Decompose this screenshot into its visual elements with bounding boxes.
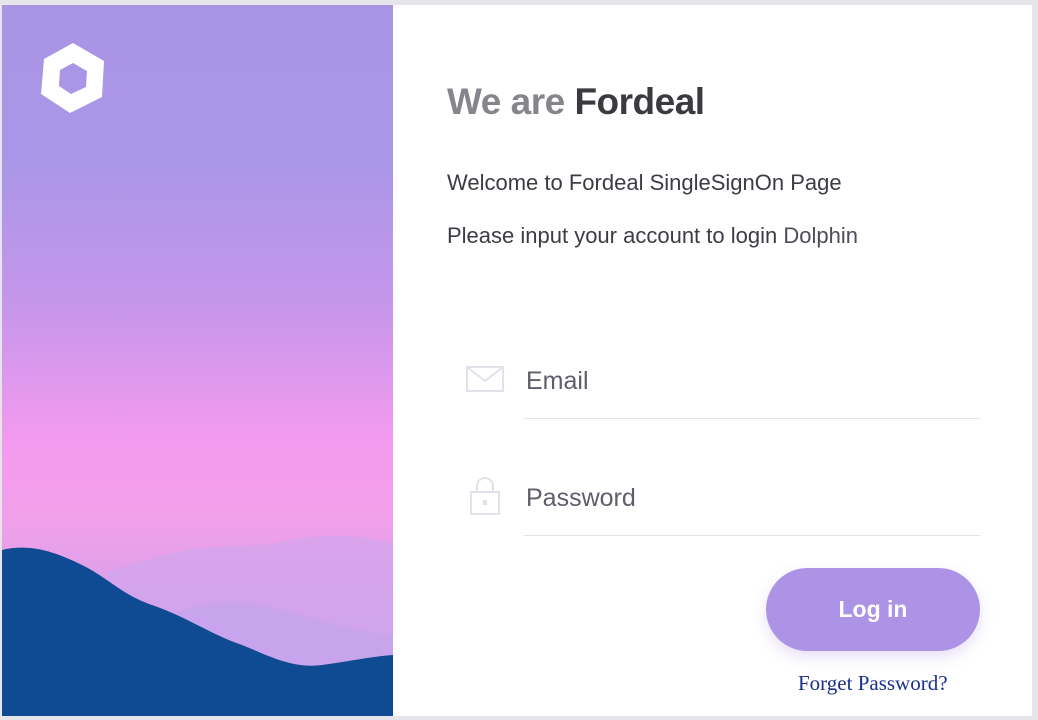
login-window: We are Fordeal Welcome to Fordeal Single…: [2, 5, 1032, 716]
hero-panel: [2, 5, 393, 716]
envelope-icon: [466, 366, 504, 392]
app-name: Dolphin: [783, 223, 858, 248]
lock-icon: [470, 477, 500, 515]
login-instruction: Please input your account to login Dolph…: [447, 223, 858, 249]
login-panel: We are Fordeal Welcome to Fordeal Single…: [393, 5, 1032, 716]
password-field-group: [463, 462, 980, 536]
welcome-text: Welcome to Fordeal SingleSignOn Page: [447, 170, 842, 195]
password-input[interactable]: [524, 462, 980, 536]
email-field-group: [463, 345, 980, 419]
page-title: We are Fordeal: [447, 81, 705, 123]
hexagon-ring-logo-icon: [41, 43, 104, 113]
instruction-text: Please input your account to login: [447, 223, 778, 248]
forgot-password-link[interactable]: Forget Password?: [798, 671, 948, 696]
title-brand: Fordeal: [574, 81, 705, 122]
login-button[interactable]: Log in: [766, 568, 980, 651]
title-lead: We are: [447, 81, 565, 122]
email-input[interactable]: [524, 345, 980, 419]
